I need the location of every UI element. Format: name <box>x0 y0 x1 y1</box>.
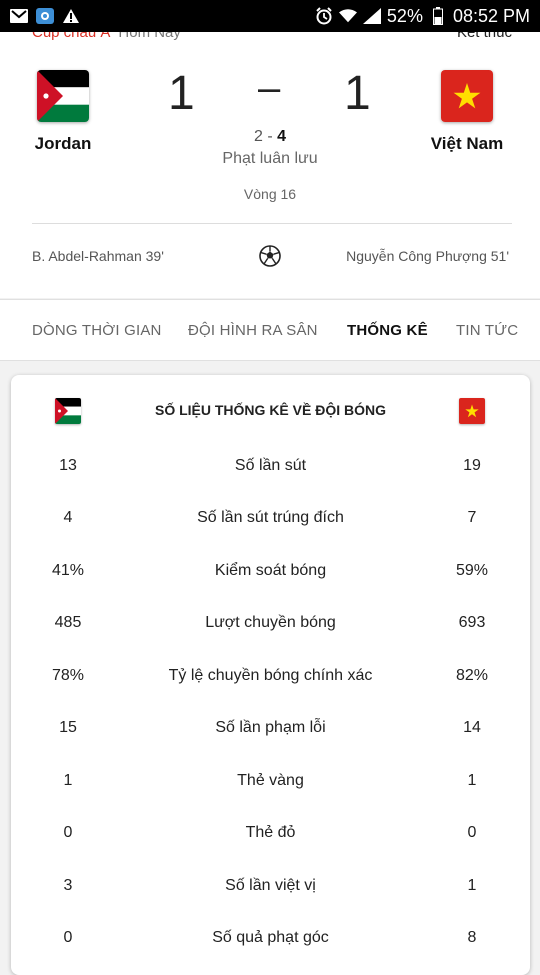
app-icon <box>36 8 54 24</box>
penalty-separator: - <box>262 128 278 145</box>
stats-title: SỐ LIỆU THỐNG KÊ VỀ ĐỘI BÓNG <box>154 402 387 418</box>
match-meta: Cúp châu Á Hôm Nay Kết thúc <box>32 32 512 44</box>
team-stats-card: SỐ LIỆU THỐNG KÊ VỀ ĐỘI BÓNG 13 Số lần s… <box>11 375 530 975</box>
away-goal-scorer[interactable]: Nguyễn Công Phượng 51' <box>346 248 509 264</box>
home-stat-value: 0 <box>63 929 73 946</box>
away-stat-value: 82% <box>455 667 489 684</box>
alarm-icon <box>315 7 333 25</box>
tab-stats[interactable]: THỐNG KÊ <box>347 322 428 339</box>
wifi-icon <box>338 8 357 24</box>
stat-label: Thẻ vàng <box>237 772 304 789</box>
away-stat-value: 8 <box>467 929 477 946</box>
home-score: 1 <box>168 67 195 120</box>
home-stat-value: 15 <box>59 719 77 736</box>
warning-icon <box>62 8 80 24</box>
stat-label: Tỷ lệ chuyền bóng chính xác <box>168 667 373 684</box>
match-header: Cúp châu Á Hôm Nay Kết thúc Jordan 1 – 1… <box>0 32 540 298</box>
home-stat-value: 13 <box>59 457 77 474</box>
match-day: Hôm Nay <box>118 32 181 41</box>
stat-row: 4 Số lần sút trúng đích 7 <box>11 509 530 533</box>
stat-label: Kiểm soát bóng <box>214 562 327 579</box>
stat-row: 15 Số lần phạm lỗi 14 <box>11 719 530 743</box>
stat-row: 13 Số lần sút 19 <box>11 457 530 481</box>
soccer-ball-icon <box>259 245 281 267</box>
battery-icon <box>429 7 447 25</box>
home-stat-value: 78% <box>51 667 85 684</box>
stat-label: Lượt chuyền bóng <box>205 614 336 631</box>
score-separator: – <box>258 66 281 110</box>
stat-label: Số lần việt vị <box>225 877 316 894</box>
stat-label: Số lần sút <box>234 457 307 474</box>
signal-icon <box>362 8 381 24</box>
clock: 08:52 PM <box>452 5 530 26</box>
home-stat-value: 1 <box>63 772 73 789</box>
away-penalty-score: 4 <box>277 128 287 145</box>
home-stat-value: 0 <box>63 824 73 841</box>
away-stat-value: 7 <box>467 509 477 526</box>
away-stat-value: 1 <box>467 877 477 894</box>
jordan-flag-icon <box>37 70 89 122</box>
stat-row: 41% Kiểm soát bóng 59% <box>11 562 530 586</box>
stat-label: Thẻ đỏ <box>245 824 296 841</box>
penalty-label: Phạt luân lưu <box>222 150 318 167</box>
stat-row: 78% Tỷ lệ chuyền bóng chính xác 82% <box>11 667 530 691</box>
home-stat-value: 4 <box>63 509 73 526</box>
away-stat-value: 0 <box>467 824 477 841</box>
home-stat-value: 41% <box>51 562 85 579</box>
home-goal-scorer[interactable]: B. Abdel-Rahman 39' <box>32 248 164 264</box>
battery-percent: 52% <box>386 5 423 26</box>
status-bar: 52% 08:52 PM <box>0 0 540 32</box>
match-round: Vòng 16 <box>243 186 297 202</box>
tab-bar: DÒNG THỜI GIAN ĐỘI HÌNH RA SÂN THỐNG KÊ … <box>0 299 540 361</box>
penalty-score: 2 - 4 <box>0 128 540 146</box>
stat-label: Số quả phạt góc <box>212 929 329 946</box>
away-stat-value: 14 <box>463 719 481 736</box>
tab-lineups[interactable]: ĐỘI HÌNH RA SÂN <box>188 322 318 339</box>
competition-name[interactable]: Cúp châu Á <box>32 32 110 44</box>
vietnam-flag-icon <box>441 70 493 122</box>
tab-news[interactable]: TIN TỨC <box>456 322 518 339</box>
away-stat-value: 1 <box>467 772 477 789</box>
notification-icons <box>10 8 80 24</box>
away-score: 1 <box>344 67 371 120</box>
away-stat-value: 693 <box>458 614 486 631</box>
away-stat-value: 59% <box>455 562 489 579</box>
stat-row: 0 Thẻ đỏ 0 <box>11 824 530 848</box>
stat-row: 0 Số quả phạt góc 8 <box>11 929 530 953</box>
away-stat-value: 19 <box>463 457 481 474</box>
stat-row: 3 Số lần việt vị 1 <box>11 877 530 901</box>
vietnam-flag-icon <box>459 398 485 424</box>
stat-row: 1 Thẻ vàng 1 <box>11 772 530 796</box>
stat-label: Số lần phạm lỗi <box>215 719 326 736</box>
stat-label: Số lần sút trúng đích <box>197 509 344 526</box>
gmail-icon <box>10 8 28 24</box>
stat-row: 485 Lượt chuyền bóng 693 <box>11 614 530 638</box>
divider <box>32 223 512 224</box>
home-penalty-score: 2 <box>253 128 263 145</box>
home-stat-value: 485 <box>54 614 82 631</box>
tab-timeline[interactable]: DÒNG THỜI GIAN <box>32 322 162 339</box>
home-stat-value: 3 <box>63 877 73 894</box>
match-status: Kết thúc <box>456 32 512 41</box>
